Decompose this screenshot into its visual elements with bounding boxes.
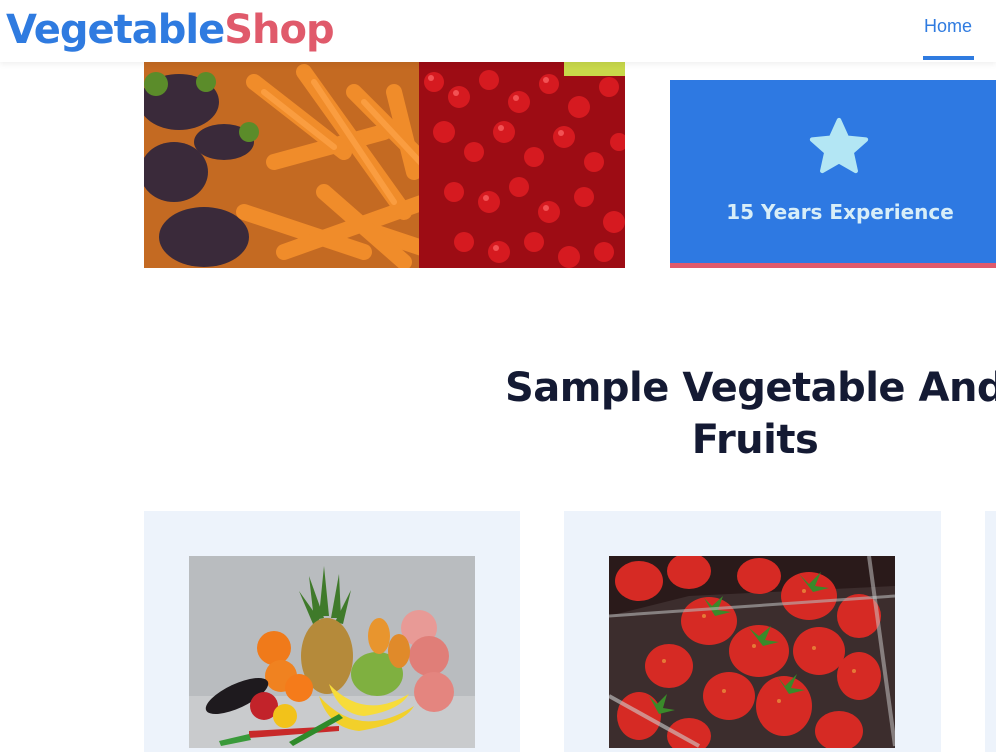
- product-image-mixed: [189, 556, 475, 748]
- product-card[interactable]: [564, 511, 941, 752]
- logo-text-vegetable: Vegetable: [6, 7, 225, 53]
- hero-image: [144, 62, 625, 268]
- nav-active-indicator: [923, 56, 974, 60]
- experience-box: 15 Years Experience: [670, 80, 996, 268]
- experience-text: 15 Years Experience: [726, 200, 954, 224]
- nav-home-link[interactable]: Home: [924, 16, 972, 37]
- logo-text-shop: Shop: [224, 7, 334, 53]
- product-image-strawberries: [609, 556, 895, 748]
- site-header: VegetableShop Home: [0, 0, 996, 62]
- star-icon: [809, 117, 869, 174]
- section-title: Sample Vegetable And Fruits: [504, 365, 996, 463]
- site-logo[interactable]: VegetableShop: [6, 6, 335, 54]
- product-card[interactable]: [985, 511, 996, 752]
- product-card[interactable]: [144, 511, 520, 752]
